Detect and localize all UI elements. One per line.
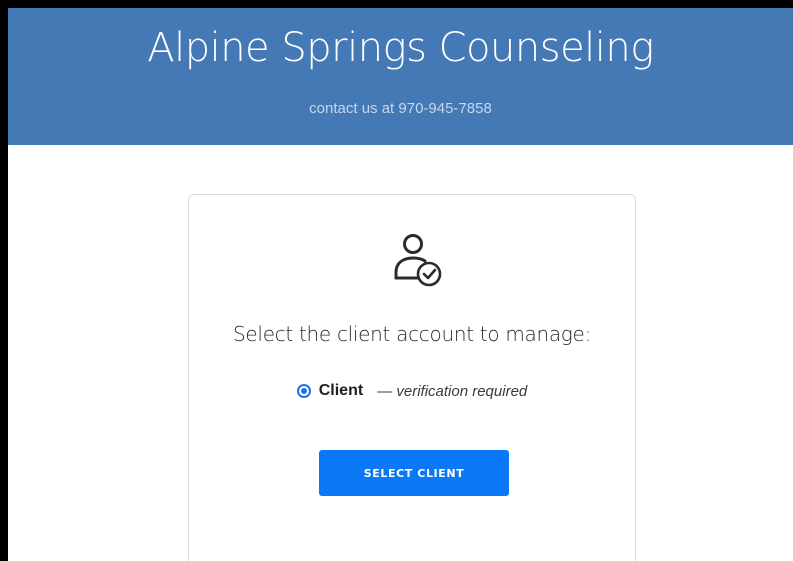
client-option-label[interactable]: Client [319, 382, 363, 400]
client-option[interactable]: Client — verification required [189, 380, 635, 402]
select-client-button[interactable]: SELECT CLIENT [319, 450, 509, 496]
site-title: Alpine Springs Counseling [147, 25, 654, 71]
contact-text: contact us at 970-945-7858 [309, 100, 492, 117]
site-header: Alpine Springs Counseling contact us at … [8, 8, 793, 145]
user-check-icon [394, 234, 442, 287]
client-select-card: Select the client account to manage: Cli… [188, 194, 636, 561]
verification-note: — verification required [377, 382, 528, 400]
radio-selected-dot [300, 388, 307, 394]
page: Alpine Springs Counseling contact us at … [8, 8, 793, 561]
account-prompt: Select the client account to manage: [233, 322, 591, 346]
client-radio[interactable] [296, 384, 311, 398]
